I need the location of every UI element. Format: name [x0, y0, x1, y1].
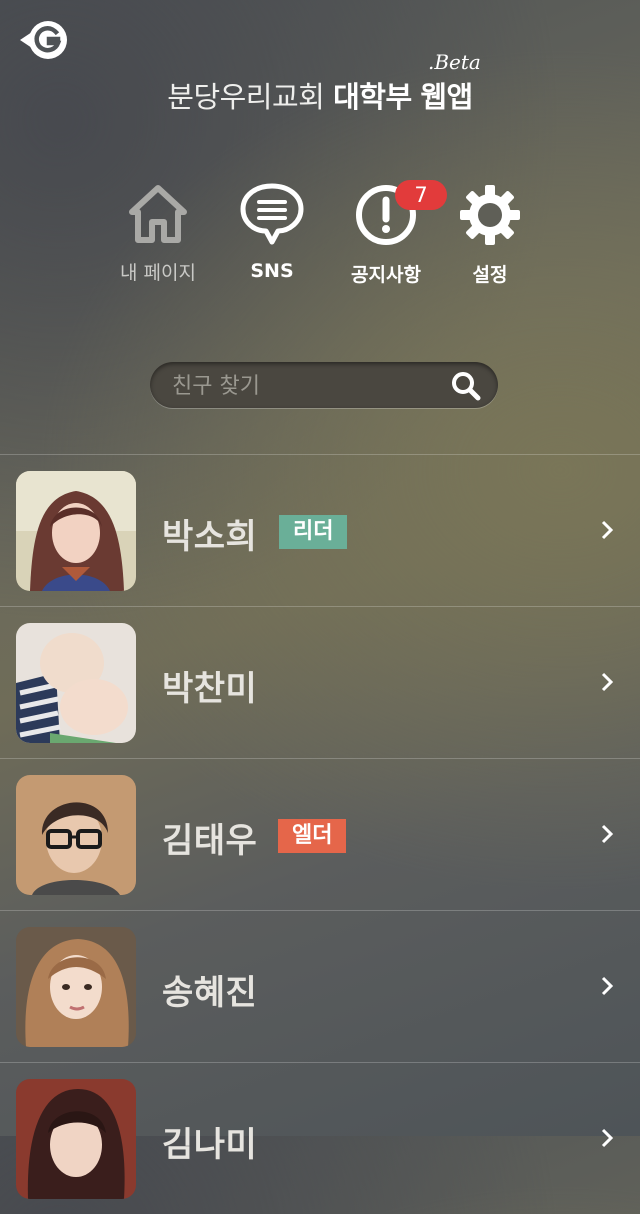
list-item[interactable]: 송혜진 [0, 910, 640, 1062]
avatar [16, 775, 136, 895]
search-icon[interactable] [450, 370, 482, 402]
main-menu: 내 페이지 SNS 7 공지사항 설정 [0, 180, 640, 290]
menu-my-page[interactable]: 내 페이지 [103, 180, 213, 285]
leader-tag: 리더 [279, 515, 348, 549]
chevron-right-icon [601, 520, 614, 540]
avatar [16, 623, 136, 743]
menu-sns[interactable]: SNS [217, 180, 327, 282]
avatar [16, 1079, 136, 1199]
title-church: 분당우리교회 [167, 80, 325, 114]
member-name: 김나미 [162, 1125, 258, 1165]
friend-search-bar [150, 362, 498, 410]
member-list: 박소희 리더 박찬미 김태우 엘더 송혜진 김나미 [0, 454, 640, 1214]
menu-settings[interactable]: 설정 [435, 180, 545, 287]
avatar [16, 927, 136, 1047]
chevron-right-icon [601, 1128, 614, 1148]
member-name: 송혜진 [162, 973, 258, 1013]
title-dept: 대학부 [333, 80, 412, 114]
list-item[interactable]: 김태우 엘더 [0, 758, 640, 910]
avatar [16, 471, 136, 591]
member-name: 박찬미 [162, 669, 258, 709]
beta-label: .Beta [428, 50, 481, 74]
list-item[interactable]: 박소희 리더 [0, 454, 640, 606]
home-icon [129, 185, 187, 243]
menu-label-notice: 공지사항 [351, 264, 421, 286]
title-webapp: 웹앱 [420, 80, 473, 114]
menu-label-sns: SNS [250, 260, 294, 282]
list-item[interactable]: 김나미 [0, 1062, 640, 1214]
menu-label-my-page: 내 페이지 [120, 262, 196, 284]
chat-bubble-icon [240, 183, 304, 245]
elder-tag: 엘더 [278, 819, 347, 853]
menu-notice[interactable]: 7 공지사항 [331, 180, 447, 287]
menu-label-settings: 설정 [472, 264, 508, 286]
list-item[interactable]: 박찬미 [0, 606, 640, 758]
page-title: 분당우리교회 대학부 웹앱 [0, 74, 640, 116]
search-input[interactable] [170, 362, 434, 410]
chevron-right-icon [601, 976, 614, 996]
chevron-right-icon [601, 824, 614, 844]
member-name: 김태우 [162, 821, 258, 861]
gear-icon [460, 185, 520, 245]
app-logo[interactable] [18, 18, 70, 62]
chevron-right-icon [601, 672, 614, 692]
g-logo-icon [20, 21, 67, 59]
member-name: 박소희 [162, 517, 258, 557]
